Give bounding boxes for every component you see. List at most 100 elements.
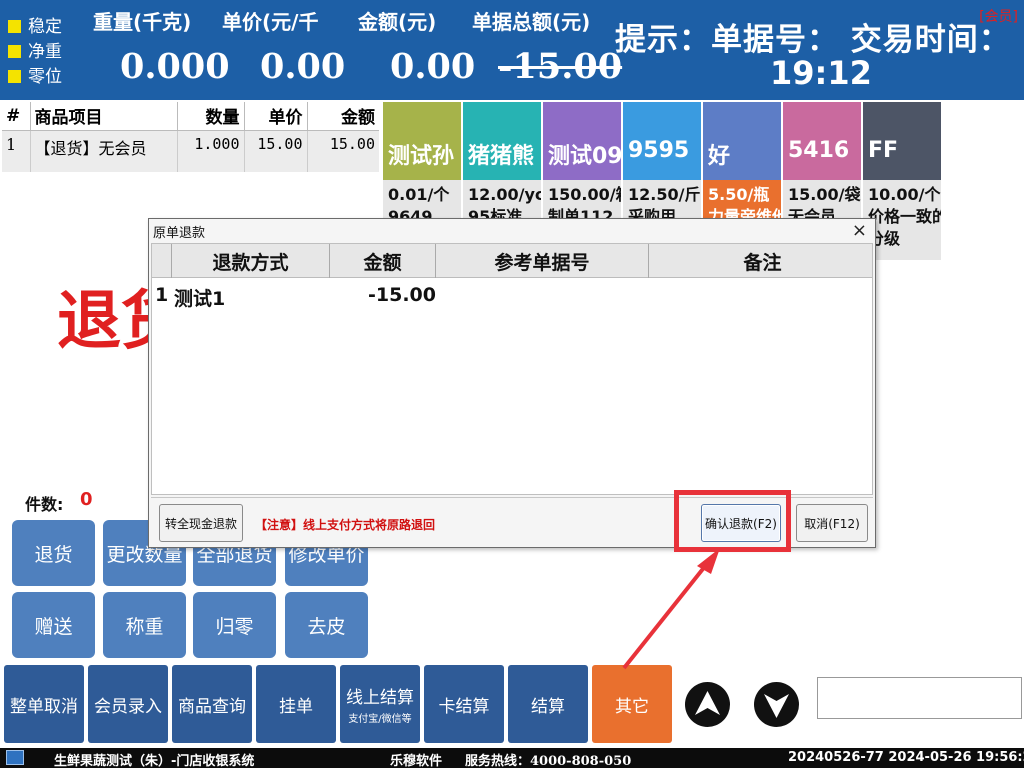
computer-icon (6, 750, 24, 765)
tile-price: 10.00/个 (868, 185, 941, 204)
unit-price-value: 0.00 (260, 46, 346, 87)
tile-name: 测试孙 (388, 144, 455, 169)
count-value: 0 (80, 489, 93, 510)
col-remark: 备注 (743, 251, 782, 274)
col-item: 商品项目 (30, 102, 178, 131)
button-label: 商品查询 (178, 696, 246, 717)
status-square-icon (8, 45, 21, 58)
online-settle-button[interactable]: 线上结算支付宝/微信等 (340, 665, 420, 743)
member-entry-button[interactable]: 会员录入 (88, 665, 168, 743)
amount-value: 0.00 (390, 46, 476, 87)
clock-time: 19:12 (770, 54, 872, 92)
col-refund-method: 退款方式 (172, 244, 330, 278)
button-label: 线上结算 (346, 688, 414, 708)
status-bar: 生鲜果蔬测试（朱）-门店收银系统 乐穆软件 服务热线：4000-808-050 … (0, 748, 1024, 768)
tile-price: 12.00/yci (468, 185, 541, 204)
other-button[interactable]: 其它 (592, 665, 672, 743)
hint-text: 提示：单据号： 交易时间： (615, 22, 1011, 58)
item-table: # 商品项目 数量 单价 金额 1 【退货】无会员 1.000 15.00 15… (2, 102, 379, 172)
tile-name: 9595 (628, 138, 690, 163)
refund-row-amount[interactable]: -15.00 (368, 284, 436, 306)
cancel-refund-button[interactable]: 取消(F12) (796, 504, 868, 542)
button-label: 整单取消 (10, 696, 78, 717)
grid-header: 退款方式 金额 参考单据号 备注 (152, 244, 872, 278)
status-square-icon (8, 20, 21, 33)
chevron-up-icon (695, 691, 720, 715)
gift-button[interactable]: 赠送 (12, 592, 95, 658)
tile-price: 150.00/箱 (548, 185, 621, 204)
grid-row-indicator (152, 244, 172, 278)
tile-note: 价格一致的 (868, 207, 941, 226)
button-sublabel: 支付宝/微信等 (348, 714, 412, 725)
zero-button[interactable]: 归零 (193, 592, 276, 658)
table-header-row: # 商品项目 数量 单价 金额 (2, 102, 379, 131)
tile-note-extra: 分级 (868, 229, 901, 248)
col-ref-number: 参考单据号 (436, 244, 649, 278)
tile-name: 猪猪熊 (468, 144, 535, 169)
tile-name: 5416 (788, 138, 850, 163)
unit-price-label: 单价(元/千 (222, 10, 319, 34)
status-datetime: 20240526-77 2024-05-26 19:56:22 (788, 750, 1024, 765)
weight-label: 重量(千克) (93, 10, 192, 34)
tile-price: 15.00/袋 (788, 185, 861, 204)
indicator-zero-label: 零位 (28, 67, 62, 87)
refund-notice: 【注意】线上支付方式将原路退回 (255, 518, 436, 532)
col-price: 单价 (244, 102, 308, 131)
dialog-title: 原单退款 (153, 226, 206, 241)
col-index: # (2, 102, 31, 131)
refund-grid: 退款方式 金额 参考单据号 备注 1 测试1 -15.00 (151, 243, 873, 495)
tile-name: FF (868, 138, 899, 163)
member-tag[interactable]: [会员] (979, 6, 1018, 26)
col-amount: 金额 (307, 102, 379, 131)
highlight-box (674, 490, 791, 552)
row-item-name: 【退货】无会员 (30, 130, 178, 172)
indicator-zero: 零位 (8, 62, 62, 87)
hotline: 服务热线：4000-808-050 (465, 754, 632, 768)
settle-button[interactable]: 结算 (508, 665, 588, 743)
amount-label: 金额(元) (358, 10, 437, 34)
card-settle-button[interactable]: 卡结算 (424, 665, 504, 743)
scroll-down-button[interactable] (754, 682, 799, 727)
tile-price: 5.50/瓶 (708, 185, 770, 204)
tile-name: 好 (708, 144, 731, 169)
product-search-button[interactable]: 商品查询 (172, 665, 252, 743)
button-label: 结算 (531, 696, 565, 717)
row-index: 1 (2, 130, 31, 172)
indicator-stable: 稳定 (8, 12, 62, 37)
barcode-input[interactable] (817, 677, 1022, 719)
hold-order-button[interactable]: 挂单 (256, 665, 336, 743)
col-refund-amount: 金额 (330, 244, 436, 278)
close-icon[interactable]: × (852, 220, 867, 241)
table-row[interactable]: 1 【退货】无会员 1.000 15.00 15.00 (2, 130, 379, 172)
status-square-icon (8, 70, 21, 83)
tile-price: 0.01/个 (388, 185, 450, 204)
button-label: 其它 (615, 696, 649, 717)
tile-name: 测试09 (548, 144, 621, 169)
header-panel: 稳定 净重 零位 重量(千克) 0.000 单价(元/千 0.00 金额(元) … (0, 0, 1024, 100)
total-label: 单据总额(元) (472, 10, 591, 34)
indicator-stable-label: 稳定 (28, 17, 62, 37)
store-name: 生鲜果蔬测试（朱）-门店收银系统 (54, 754, 255, 768)
total-value: -15.00 (498, 46, 623, 87)
row-price: 15.00 (244, 130, 308, 172)
count-label: 件数: (25, 495, 64, 514)
tare-button[interactable]: 去皮 (285, 592, 368, 658)
indicator-net-label: 净重 (28, 42, 62, 62)
button-label: 卡结算 (438, 696, 490, 717)
row-amount: 15.00 (307, 130, 379, 172)
weigh-button[interactable]: 称重 (103, 592, 186, 658)
pos-app: 稳定 净重 零位 重量(千克) 0.000 单价(元/千 0.00 金额(元) … (0, 0, 1024, 768)
indicator-net: 净重 (8, 37, 62, 62)
col-qty: 数量 (177, 102, 245, 131)
return-button[interactable]: 退货 (12, 520, 95, 586)
company-name: 乐穆软件 (390, 754, 443, 768)
refund-row-method[interactable]: 测试1 (174, 284, 225, 311)
button-label: 会员录入 (94, 696, 162, 717)
chevron-down-icon (764, 694, 789, 718)
row-qty: 1.000 (177, 130, 245, 172)
scroll-up-button[interactable] (685, 682, 730, 727)
button-label: 挂单 (279, 696, 313, 717)
cash-refund-button[interactable]: 转全现金退款 (159, 504, 243, 542)
refund-row-index: 1 (155, 284, 169, 306)
cancel-order-button[interactable]: 整单取消 (4, 665, 84, 743)
